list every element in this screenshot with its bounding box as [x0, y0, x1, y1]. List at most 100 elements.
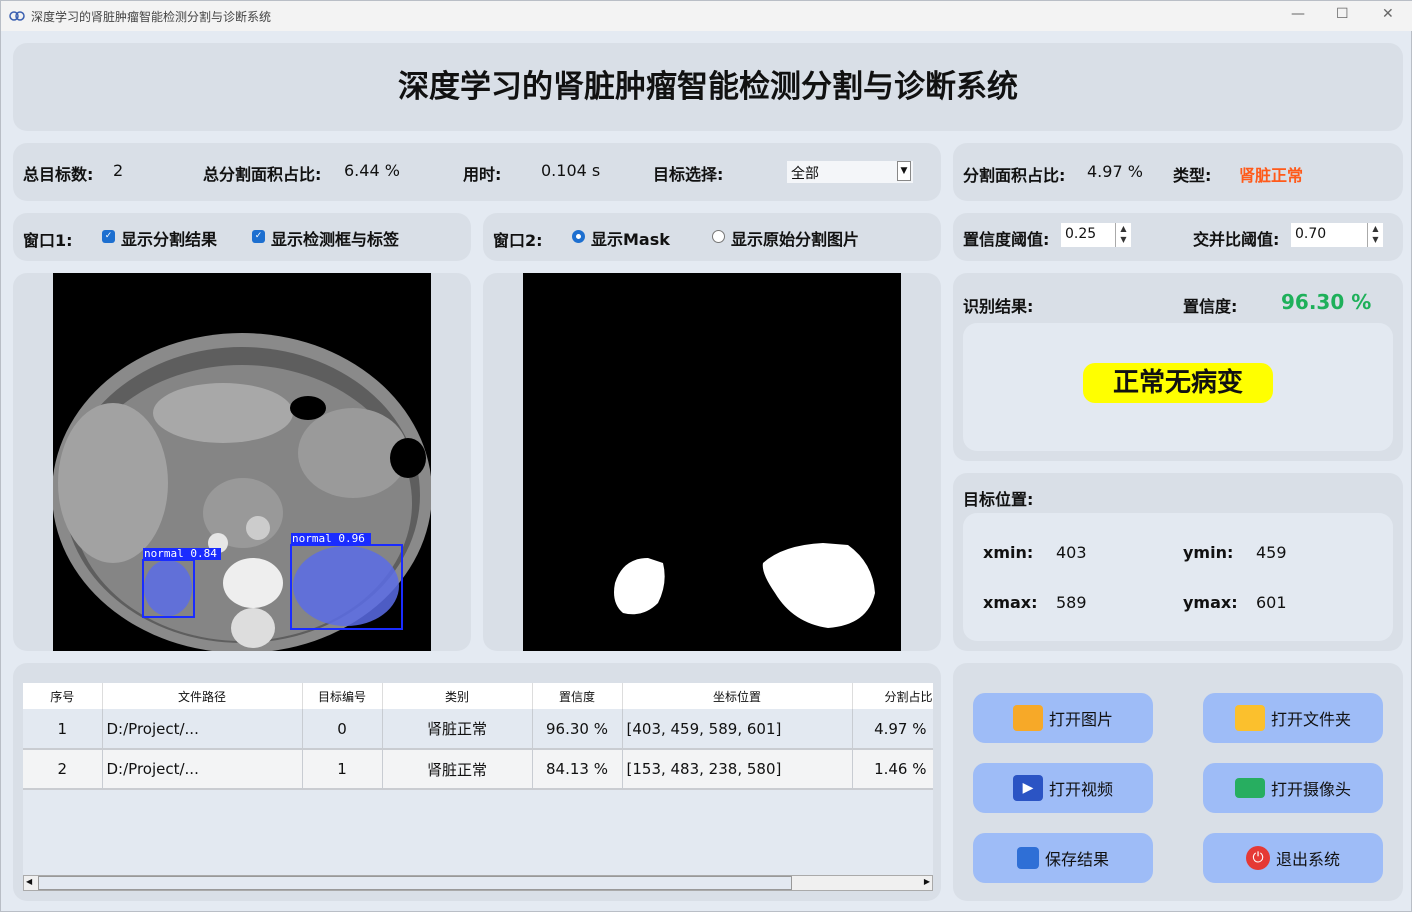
ymin-value: 459 — [1256, 543, 1287, 562]
chevron-down-icon[interactable]: ▼ — [897, 161, 911, 181]
xmin-label: xmin: — [983, 543, 1034, 562]
cell: 1 — [302, 749, 383, 790]
scroll-right-icon[interactable]: ▶ — [924, 877, 930, 886]
cell: 2 — [23, 749, 103, 790]
time-value: 0.104 s — [541, 161, 601, 180]
window2-label: 窗口2: — [493, 231, 543, 250]
ymax-label: ymax: — [1183, 593, 1238, 612]
iou-threshold-value: 0.70 — [1295, 226, 1327, 242]
area-value: 6.44 % — [344, 161, 400, 180]
target-select[interactable]: 全部 ▼ — [787, 161, 913, 183]
cell: 4.97 % — [852, 709, 933, 750]
save-label: 保存结果 — [1044, 850, 1109, 869]
col-header[interactable]: 置信度 — [532, 683, 623, 709]
col-header[interactable]: 文件路径 — [102, 683, 303, 709]
show-mask-radio[interactable] — [572, 230, 585, 243]
type-label: 类型: — [1173, 166, 1212, 185]
show-mask-label[interactable]: 显示Mask — [591, 226, 670, 250]
diagnosis-badge: 正常无病变 — [1083, 363, 1273, 403]
cell: 肾脏正常 — [382, 749, 533, 790]
show-original-radio[interactable] — [712, 230, 725, 243]
result-conf-value: 96.30 % — [1281, 290, 1372, 314]
open-image-button[interactable]: 打开图片 — [973, 693, 1153, 743]
position-box — [963, 513, 1393, 641]
open-video-button[interactable]: ▶ 打开视频 — [973, 763, 1153, 813]
exit-button[interactable]: ⏻ 退出系统 — [1203, 833, 1383, 883]
scroll-left-icon[interactable]: ◀ — [26, 877, 32, 886]
close-icon[interactable]: ✕ — [1382, 6, 1394, 22]
exit-label: 退出系统 — [1275, 850, 1340, 869]
cell: 84.13 % — [532, 749, 623, 790]
table-header: 序号 文件路径 目标编号 类别 置信度 坐标位置 分割占比 — [23, 683, 933, 709]
ct-image: normal 0.84 normal 0.96 — [52, 273, 432, 653]
show-seg-label[interactable]: 显示分割结果 — [121, 226, 217, 250]
col-header[interactable]: 分割占比 — [852, 683, 933, 709]
page-title: 深度学习的肾脏肿瘤智能检测分割与诊断系统 — [398, 69, 1018, 105]
total-value: 2 — [113, 161, 124, 180]
cell: [403, 459, 589, 601] — [622, 709, 853, 750]
cell: 0 — [302, 709, 383, 750]
window-title: 深度学习的肾脏肿瘤智能检测分割与诊断系统 — [31, 10, 272, 24]
folder-icon — [1234, 705, 1265, 731]
cell: D:/Project/... — [102, 749, 303, 790]
cell: 1.46 % — [852, 749, 933, 790]
detection-label: normal 0.84 — [144, 547, 217, 560]
title-bar: 深度学习的肾脏肿瘤智能检测分割与诊断系统 — ☐ ✕ — [1, 1, 1412, 31]
table-row[interactable]: 1 D:/Project/... 0 肾脏正常 96.30 % [403, 45… — [23, 709, 933, 750]
iou-threshold-label: 交并比阈值: — [1193, 230, 1280, 249]
video-icon: ▶ — [1012, 775, 1043, 801]
save-button[interactable]: 保存结果 — [973, 833, 1153, 883]
cell: 肾脏正常 — [382, 709, 533, 750]
target-select-label: 目标选择: — [653, 165, 724, 184]
time-label: 用时: — [463, 165, 502, 184]
sel-area-value: 4.97 % — [1087, 162, 1143, 181]
result-conf-label: 置信度: — [1183, 297, 1238, 316]
table-row[interactable]: 2 D:/Project/... 1 肾脏正常 84.13 % [153, 48… — [23, 749, 933, 790]
show-seg-checkbox[interactable]: ✓ — [102, 230, 115, 243]
maximize-icon[interactable]: ☐ — [1336, 6, 1349, 22]
open-image-label: 打开图片 — [1048, 710, 1113, 729]
show-box-label[interactable]: 显示检测框与标签 — [271, 226, 399, 250]
open-folder-button[interactable]: 打开文件夹 — [1203, 693, 1383, 743]
show-box-checkbox[interactable]: ✓ — [252, 230, 265, 243]
scrollbar-thumb[interactable] — [38, 876, 792, 890]
results-table: 序号 文件路径 目标编号 类别 置信度 坐标位置 分割占比 1 D:/Proje… — [23, 683, 933, 891]
open-camera-button[interactable]: 打开摄像头 — [1203, 763, 1383, 813]
col-header[interactable]: 目标编号 — [302, 683, 383, 709]
horizontal-scrollbar[interactable]: ◀ ▶ — [23, 875, 933, 891]
target-select-value: 全部 — [791, 166, 819, 182]
conf-threshold-value: 0.25 — [1065, 226, 1097, 242]
cell: 96.30 % — [532, 709, 623, 750]
show-original-label[interactable]: 显示原始分割图片 — [731, 226, 859, 250]
total-label: 总目标数: — [23, 165, 94, 184]
open-folder-label: 打开文件夹 — [1270, 710, 1351, 729]
col-header[interactable]: 坐标位置 — [622, 683, 853, 709]
power-icon: ⏻ — [1245, 846, 1270, 870]
window1-options — [13, 213, 471, 261]
camera-icon — [1234, 778, 1265, 798]
cell: 1 — [23, 709, 103, 750]
open-video-label: 打开视频 — [1048, 780, 1113, 799]
sel-area-label: 分割面积占比: — [963, 166, 1066, 185]
col-header[interactable]: 序号 — [23, 683, 103, 709]
spin-arrows-icon[interactable]: ▲ ▼ — [1367, 223, 1383, 247]
area-label: 总分割面积占比: — [203, 165, 322, 184]
conf-threshold-label: 置信度阈值: — [963, 230, 1050, 249]
mask-image — [523, 273, 901, 651]
header-panel: 深度学习的肾脏肿瘤智能检测分割与诊断系统 — [13, 43, 1403, 131]
col-header[interactable]: 类别 — [382, 683, 533, 709]
ymax-value: 601 — [1256, 593, 1287, 612]
window1-label: 窗口1: — [23, 231, 73, 250]
spin-arrows-icon[interactable]: ▲ ▼ — [1115, 223, 1131, 247]
save-icon — [1016, 847, 1039, 869]
ymin-label: ymin: — [1183, 543, 1234, 562]
conf-threshold-spinbox[interactable]: 0.25 ▲ ▼ — [1061, 223, 1131, 247]
iou-threshold-spinbox[interactable]: 0.70 ▲ ▼ — [1291, 223, 1383, 247]
type-value: 肾脏正常 — [1239, 166, 1304, 185]
minimize-icon[interactable]: — — [1291, 6, 1305, 22]
result-label: 识别结果: — [963, 297, 1034, 316]
xmax-value: 589 — [1056, 593, 1087, 612]
cell: D:/Project/... — [102, 709, 303, 750]
cell: [153, 483, 238, 580] — [622, 749, 853, 790]
image-icon — [1012, 705, 1043, 731]
